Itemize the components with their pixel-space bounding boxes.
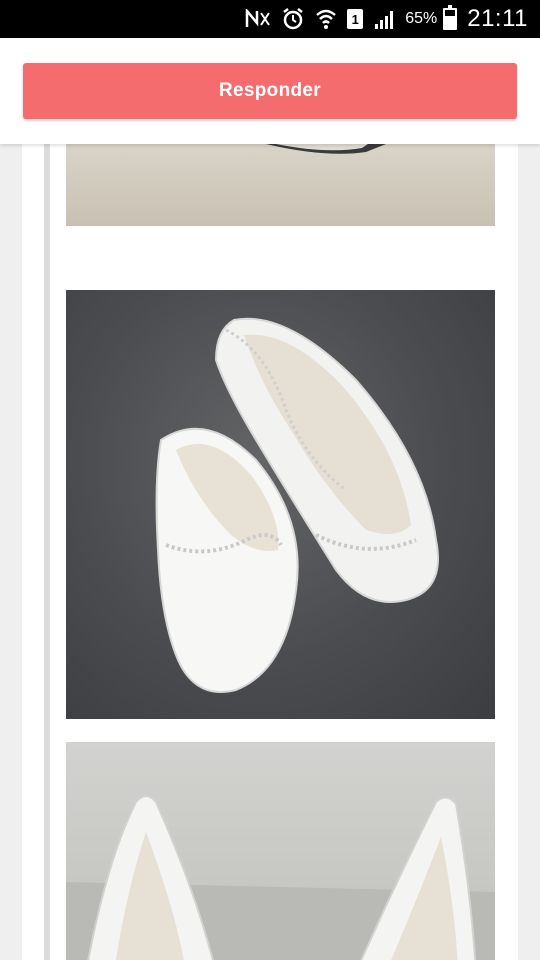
alarm-icon [281, 7, 305, 31]
battery-level-fill [445, 16, 456, 28]
shoe-photo-partial[interactable] [66, 144, 495, 226]
reply-header: Responder [0, 38, 540, 144]
status-clock: 21:11 [467, 5, 528, 32]
quote-rule [44, 144, 50, 960]
battery-percent: 65% [405, 10, 438, 27]
reply-button[interactable]: Responder [23, 63, 517, 119]
wifi-icon [315, 7, 337, 31]
nfc-icon [245, 9, 271, 29]
status-bar: 1 65% 21:11 [0, 0, 540, 38]
sim-slot-number: 1 [347, 9, 364, 29]
battery-icon [443, 5, 458, 30]
shoe-photo-crystal-flats[interactable] [66, 290, 495, 719]
sim-icon: 1 [347, 9, 364, 29]
signal-icon [373, 8, 397, 30]
shoe-photo-white-flats[interactable] [66, 742, 495, 960]
post-content[interactable] [22, 144, 518, 960]
